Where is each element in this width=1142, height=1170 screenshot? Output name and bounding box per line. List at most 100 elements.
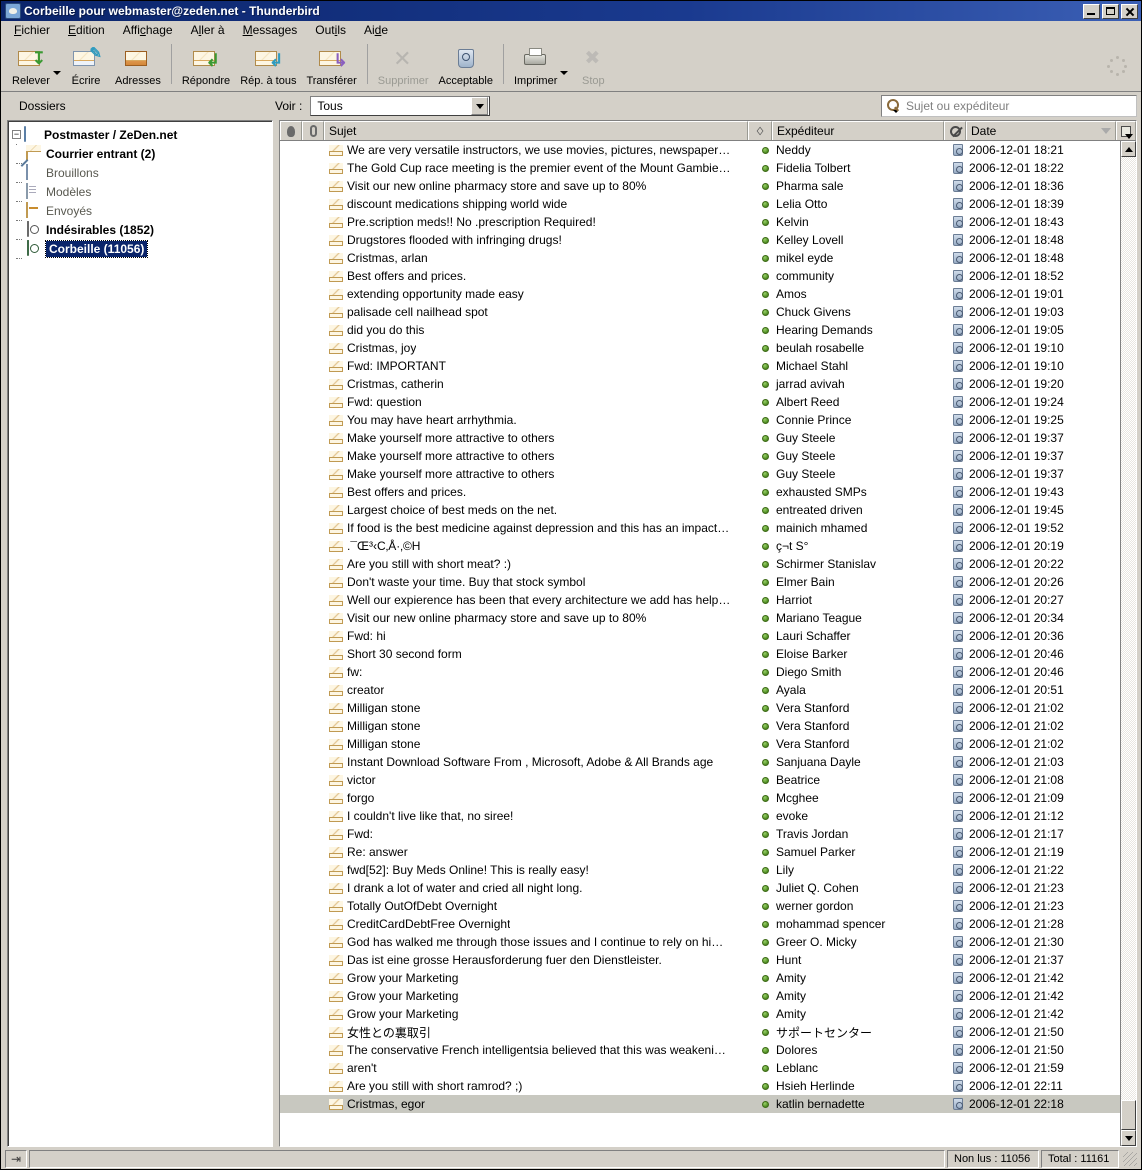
subject-cell[interactable]: extending opportunity made easy xyxy=(324,287,732,301)
table-row[interactable]: The Gold Cup race meeting is the premier… xyxy=(280,159,1120,177)
menu-aller-a[interactable]: Aller à xyxy=(182,21,234,39)
subject-cell[interactable]: 女性との裏取引 xyxy=(324,1024,732,1041)
subject-cell[interactable]: Fwd: hi xyxy=(324,629,732,643)
subject-cell[interactable]: Cristmas, arlan xyxy=(324,251,732,265)
subject-cell[interactable]: palisade cell nailhead spot xyxy=(324,305,732,319)
table-row[interactable]: Make yourself more attractive to others G… xyxy=(280,447,1120,465)
subject-cell[interactable]: Largest choice of best meds on the net. xyxy=(324,503,732,517)
subject-cell[interactable]: Are you still with short ramrod? ;) xyxy=(324,1079,732,1093)
address-book-button[interactable]: Adresses xyxy=(110,42,166,87)
table-row[interactable]: aren't Leblanc 2006-12-01 21:59 xyxy=(280,1059,1120,1077)
table-row[interactable]: God has walked me through those issues a… xyxy=(280,933,1120,951)
column-header-sender[interactable]: Expéditeur xyxy=(772,121,944,140)
subject-cell[interactable]: Grow your Marketing xyxy=(324,971,732,985)
subject-cell[interactable]: fwd[52]: Buy Meds Online! This is really… xyxy=(324,863,732,877)
maximize-button[interactable] xyxy=(1102,3,1119,19)
table-row[interactable]: extending opportunity made easy Amos 2006-… xyxy=(280,285,1120,303)
get-mail-dropdown-icon[interactable] xyxy=(53,70,61,75)
scroll-up-icon[interactable] xyxy=(1121,141,1136,157)
folder-item-sent[interactable]: Envoyés xyxy=(12,200,272,221)
subject-cell[interactable]: Grow your Marketing xyxy=(324,989,732,1003)
subject-cell[interactable]: Visit our new online pharmacy store and … xyxy=(324,611,732,625)
menu-edition[interactable]: Edition xyxy=(59,21,114,39)
subject-cell[interactable]: Milligan stone xyxy=(324,719,732,733)
menu-aide[interactable]: Aide xyxy=(355,21,397,39)
subject-cell[interactable]: I couldn't live like that, no siree! xyxy=(324,809,732,823)
table-row[interactable]: palisade cell nailhead spot Chuck Givens 2… xyxy=(280,303,1120,321)
table-row[interactable]: Make yourself more attractive to others G… xyxy=(280,465,1120,483)
scrollbar-track[interactable] xyxy=(1121,157,1136,1130)
subject-cell[interactable]: fw: xyxy=(324,665,732,679)
subject-cell[interactable]: Make yourself more attractive to others xyxy=(324,431,732,445)
subject-cell[interactable]: Cristmas, joy xyxy=(324,341,732,355)
table-row[interactable]: Cristmas, catherin jarrad avivah 2006-12-0… xyxy=(280,375,1120,393)
table-row[interactable]: Don't waste your time. Buy that stock sy… xyxy=(280,573,1120,591)
table-row[interactable]: Re: answer Samuel Parker 2006-12-01 21:19 xyxy=(280,843,1120,861)
table-row[interactable]: Milligan stone Vera Stanford 2006-12-01 21… xyxy=(280,717,1120,735)
subject-cell[interactable]: Fwd: xyxy=(324,827,732,841)
subject-cell[interactable]: .¯Œ³‹C‚Å·‚©H xyxy=(324,539,732,553)
table-row[interactable]: Make yourself more attractive to others G… xyxy=(280,429,1120,447)
subject-cell[interactable]: Best offers and prices. xyxy=(324,269,732,283)
subject-cell[interactable]: Cristmas, catherin xyxy=(324,377,732,391)
table-row[interactable]: Short 30 second form Eloise Barker 2006-12… xyxy=(280,645,1120,663)
table-row[interactable]: Cristmas, joy beulah rosabelle 2006-12-01 … xyxy=(280,339,1120,357)
subject-cell[interactable]: Pre.scription meds!! No .prescription Re… xyxy=(324,215,732,229)
column-picker-button[interactable] xyxy=(1116,121,1136,140)
subject-cell[interactable]: Re: answer xyxy=(324,845,732,859)
table-row[interactable]: Instant Download Software From , Microso… xyxy=(280,753,1120,771)
table-row[interactable]: victor Beatrice 2006-12-01 21:08 xyxy=(280,771,1120,789)
table-row[interactable]: CreditCardDebtFree Overnight mohammad spe… xyxy=(280,915,1120,933)
subject-cell[interactable]: Milligan stone xyxy=(324,701,732,715)
compose-button[interactable]: ✎ Écrire xyxy=(62,42,110,87)
title-bar[interactable]: Corbeille pour webmaster@zeden.net - Thu… xyxy=(1,1,1141,21)
subject-cell[interactable]: creator xyxy=(324,683,732,697)
subject-cell[interactable]: Visit our new online pharmacy store and … xyxy=(324,179,732,193)
menu-messages[interactable]: Messages xyxy=(234,21,307,39)
table-row[interactable]: Milligan stone Vera Stanford 2006-12-01 21… xyxy=(280,735,1120,753)
folder-item-inbox[interactable]: Courrier entrant (2) xyxy=(12,143,272,164)
table-row[interactable]: 女性との裏取引 サポートセンター 2006-12-01 21:50 xyxy=(280,1023,1120,1041)
not-junk-button[interactable]: Acceptable xyxy=(434,42,498,87)
search-icon[interactable] xyxy=(886,99,900,113)
subject-cell[interactable]: Drugstores flooded with infringing drugs… xyxy=(324,233,732,247)
table-row[interactable]: The conservative French intelligentsia b… xyxy=(280,1041,1120,1059)
table-row[interactable]: Are you still with short meat? :) Schirme… xyxy=(280,555,1120,573)
subject-cell[interactable]: Fwd: IMPORTANT xyxy=(324,359,732,373)
table-row[interactable]: Well our expierence has been that every … xyxy=(280,591,1120,609)
table-row[interactable]: Totally OutOfDebt Overnight werner gordon… xyxy=(280,897,1120,915)
subject-cell[interactable]: You may have heart arrhythmia. xyxy=(324,413,732,427)
subject-cell[interactable]: Short 30 second form xyxy=(324,647,732,661)
offline-status-icon[interactable]: ⇥ xyxy=(5,1150,27,1168)
table-row[interactable]: Largest choice of best meds on the net. e… xyxy=(280,501,1120,519)
subject-cell[interactable]: If food is the best medicine against dep… xyxy=(324,521,732,535)
subject-cell[interactable]: Instant Download Software From , Microso… xyxy=(324,755,732,769)
table-row[interactable]: Grow your Marketing Amity 2006-12-01 21:42 xyxy=(280,1005,1120,1023)
subject-cell[interactable]: Don't waste your time. Buy that stock sy… xyxy=(324,575,732,589)
scroll-down-icon[interactable] xyxy=(1121,1130,1136,1146)
table-row[interactable]: forgo Mcghee 2006-12-01 21:09 xyxy=(280,789,1120,807)
menu-outils[interactable]: Outils xyxy=(306,21,355,39)
scrollbar-thumb[interactable] xyxy=(1121,1100,1136,1130)
table-row[interactable]: Best offers and prices. community 2006-12-… xyxy=(280,267,1120,285)
table-row[interactable]: Are you still with short ramrod? ;) Hsieh… xyxy=(280,1077,1120,1095)
table-row[interactable]: Pre.scription meds!! No .prescription Re… xyxy=(280,213,1120,231)
reply-button[interactable]: ↲ Répondre xyxy=(177,42,235,87)
folder-pane[interactable]: − Postmaster / ZeDen.net Courrier entran… xyxy=(7,120,273,1147)
table-row[interactable]: .¯Œ³‹C‚Å·‚©H ç¬t S° 2006-12-01 20:19 xyxy=(280,537,1120,555)
subject-cell[interactable]: aren't xyxy=(324,1061,732,1075)
folder-item-templates[interactable]: Modèles xyxy=(12,181,272,202)
menu-fichier[interactable]: Fichier xyxy=(5,21,59,39)
table-row[interactable]: Fwd: hi Lauri Schaffer 2006-12-01 20:36 xyxy=(280,627,1120,645)
table-row[interactable]: Fwd: IMPORTANT Michael Stahl 2006-12-01 19… xyxy=(280,357,1120,375)
column-header-date[interactable]: Date xyxy=(966,121,1116,140)
table-row[interactable]: fwd[52]: Buy Meds Online! This is really… xyxy=(280,861,1120,879)
table-row[interactable]: Best offers and prices. exhausted SMPs 200… xyxy=(280,483,1120,501)
table-row[interactable]: Drugstores flooded with infringing drugs… xyxy=(280,231,1120,249)
column-header-attachment[interactable] xyxy=(302,121,324,140)
chevron-down-icon[interactable] xyxy=(471,97,489,115)
subject-cell[interactable]: victor xyxy=(324,773,732,787)
table-row[interactable]: I drank a lot of water and cried all nig… xyxy=(280,879,1120,897)
subject-cell[interactable]: Grow your Marketing xyxy=(324,1007,732,1021)
table-row[interactable]: discount medications shipping world wide… xyxy=(280,195,1120,213)
